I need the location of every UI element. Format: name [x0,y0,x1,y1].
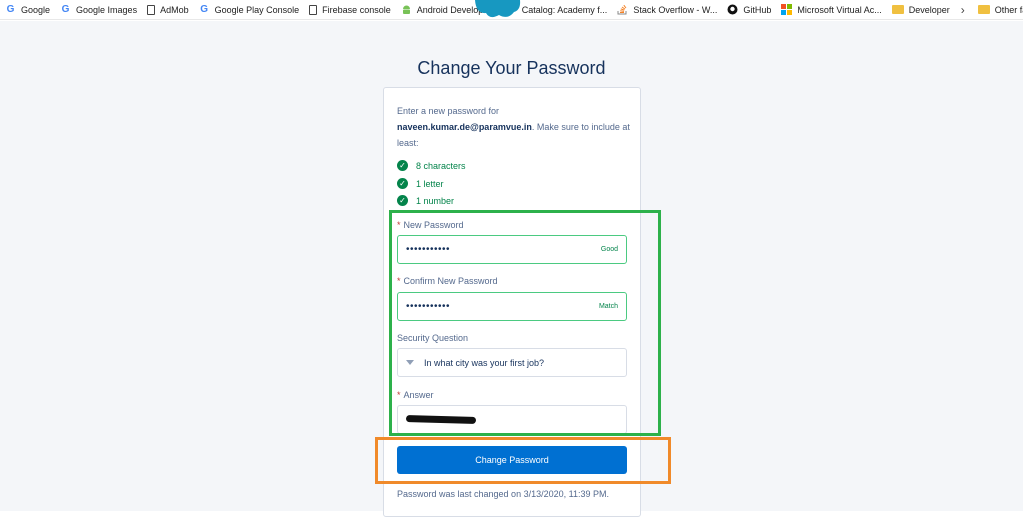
requirement-item: ✓ 8 characters [397,160,466,171]
document-icon [309,4,318,15]
bookmark-label: AdMob [160,4,189,15]
bookmark-label: Other favorites [994,4,1023,15]
microsoft-icon [781,4,793,15]
page-title: Change Your Password [417,58,606,78]
google-g-icon: G [6,4,15,15]
google-g-icon: G [61,4,70,15]
check-circle-icon: ✓ [397,178,408,189]
requirement-item: ✓ 1 letter [397,178,444,189]
requirement-item: ✓ 1 number [397,195,454,206]
requirement-label: 1 number [416,195,455,206]
intro-text: Enter a new password for naveen.kumar.de… [397,103,632,151]
bookmark-google-images[interactable]: G Google Images [55,0,142,19]
intro-prefix: Enter a new password for [397,106,500,116]
bookmark-label: Microsoft Virtual Ac... [797,4,882,15]
bookmark-label: Google Play Console [214,4,300,15]
document-icon [147,4,156,15]
google-g-icon: G [200,4,208,15]
bookmark-label: Firebase console [322,4,391,15]
check-circle-icon: ✓ [397,160,408,171]
bookmark-microsoft-virtual-academy[interactable]: Microsoft Virtual Ac... [776,0,886,19]
intro-line: naveen.kumar.de@paramvue.in. Make sure t… [397,119,632,151]
change-password-button[interactable]: Change Password [397,446,627,474]
bookmark-label: Google [21,4,51,15]
bookmark-label: GitHub [743,4,772,15]
requirement-label: 1 letter [416,178,444,189]
folder-icon [891,5,904,14]
requirement-label: 8 characters [416,160,466,171]
bookmark-developer-folder[interactable]: Developer [887,0,955,19]
last-changed-note: Password was last changed on 3/13/2020, … [397,489,609,499]
github-icon [727,4,738,15]
stackoverflow-icon [617,4,628,15]
bookmark-google[interactable]: G Google [0,0,55,19]
bookmark-label: Stack Overflow - W... [633,4,718,15]
green-highlight-box [389,210,661,436]
bookmark-label: Developer [908,4,950,15]
bookmark-github[interactable]: GitHub [722,0,776,19]
bookmark-other-favorites[interactable]: Other favorites [973,0,1023,19]
chevron-right-icon[interactable]: › [961,3,965,17]
bookmark-google-play-console[interactable]: G Google Play Console [194,0,305,19]
bookmark-stack-overflow[interactable]: Stack Overflow - W... [612,0,722,19]
bookmark-firebase-console[interactable]: Firebase console [304,0,396,19]
android-icon [401,4,412,15]
bookmark-label: Google Images [76,4,138,15]
check-circle-icon: ✓ [397,195,408,206]
bookmark-label: Catalog: Academy f... [521,4,608,15]
folder-icon [977,5,990,14]
user-email: naveen.kumar.de@paramvue.in [397,122,532,132]
bookmark-admob[interactable]: AdMob [142,0,194,19]
salesforce-logo [475,0,521,18]
